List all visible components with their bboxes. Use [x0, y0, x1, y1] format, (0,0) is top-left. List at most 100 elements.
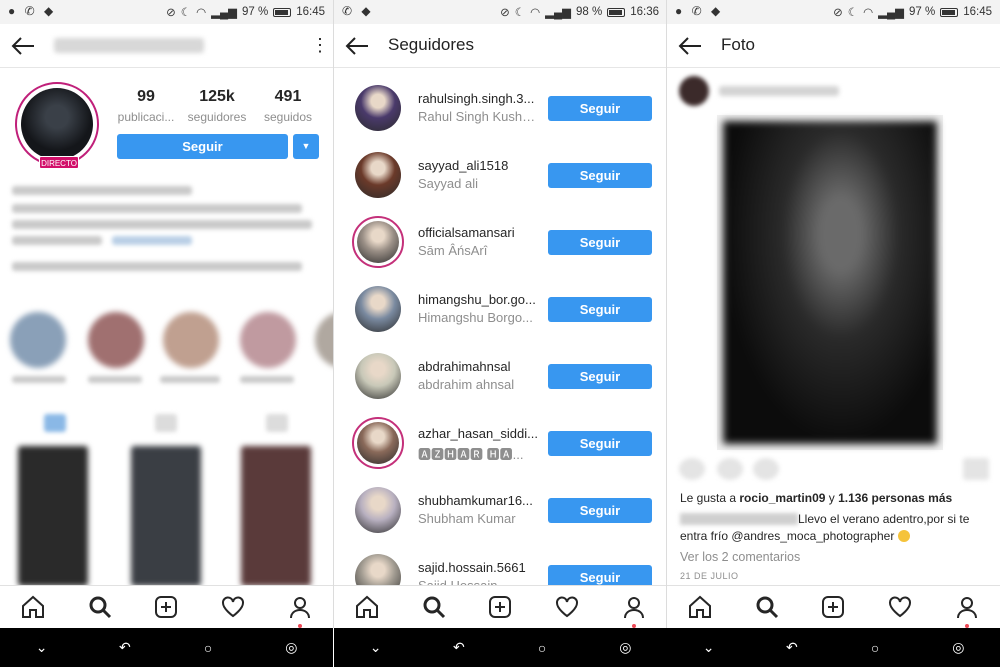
story-highlight[interactable] — [10, 312, 66, 368]
follower-username[interactable]: shubhamkumar16... — [418, 493, 538, 508]
view-comments-link[interactable]: Ver los 2 comentarios — [680, 550, 800, 564]
story-highlight[interactable] — [163, 312, 219, 368]
wink-emoji-icon — [897, 530, 910, 542]
follower-row[interactable]: abdrahimahnsal abdrahim ahnsal Seguir — [334, 340, 667, 407]
signal-icon: ▂▄▆ — [878, 7, 904, 19]
follower-row[interactable]: shubhamkumar16... Shubham Kumar Seguir — [334, 474, 667, 541]
follower-username[interactable]: officialsamansari — [418, 225, 538, 240]
add-post-icon[interactable] — [487, 594, 513, 620]
post-photo[interactable] — [717, 115, 943, 450]
comment-icon[interactable] — [717, 458, 743, 480]
add-post-icon[interactable] — [820, 594, 846, 620]
likes-count[interactable]: 1.136 personas más — [838, 491, 952, 505]
home-icon[interactable] — [20, 594, 46, 620]
more-options-icon[interactable]: ⋮ — [311, 36, 329, 54]
add-post-icon[interactable] — [153, 594, 179, 620]
follower-avatar[interactable] — [352, 216, 404, 268]
follower-avatar[interactable] — [352, 283, 404, 335]
follower-avatar[interactable] — [352, 484, 404, 536]
profile-avatar[interactable]: DIRECTO — [15, 82, 99, 169]
recent-apps-icon[interactable]: ◎ — [943, 639, 973, 656]
post-thumbnail[interactable] — [241, 446, 311, 586]
tagged-tab-icon[interactable] — [266, 414, 288, 432]
home-icon[interactable] — [354, 594, 380, 620]
back-arrow-icon[interactable] — [677, 34, 703, 58]
follower-username[interactable]: abdrahimahnsal — [418, 359, 538, 374]
follower-row[interactable]: sayyad_ali1518 Sayyad ali Seguir — [334, 139, 667, 206]
recent-apps-icon[interactable]: ◎ — [276, 639, 306, 656]
system-home-icon[interactable]: ○ — [193, 640, 223, 656]
home-icon[interactable] — [687, 594, 713, 620]
post-author-username-blurred[interactable] — [719, 86, 839, 96]
follower-username[interactable]: himangshu_bor.go... — [418, 292, 538, 307]
story-highlight[interactable] — [88, 312, 144, 368]
story-highlight[interactable] — [315, 312, 333, 368]
system-back-icon[interactable]: ↶ — [444, 639, 474, 656]
follow-button[interactable]: Seguir — [548, 230, 652, 255]
posts-count[interactable]: 99 publicaci... — [112, 88, 180, 124]
save-icon[interactable] — [963, 458, 989, 480]
follower-avatar[interactable] — [352, 149, 404, 201]
follower-avatar[interactable] — [352, 350, 404, 402]
battery-percent: 97 % — [242, 6, 269, 18]
hide-nav-icon[interactable]: ⌄ — [694, 639, 724, 656]
hide-nav-icon[interactable]: ⌄ — [361, 639, 391, 656]
wifi-icon: ◠ — [530, 7, 541, 19]
heart-icon[interactable] — [554, 594, 580, 620]
follow-button[interactable]: Seguir — [548, 96, 652, 121]
follower-row[interactable]: officialsamansari Sām ÂńsArî Seguir — [334, 206, 667, 273]
likes-line: Le gusta a rocio_martin09 y 1.136 person… — [680, 491, 953, 505]
follower-avatar[interactable] — [352, 82, 404, 134]
like-icon[interactable] — [679, 458, 705, 480]
share-icon[interactable] — [753, 458, 779, 480]
follow-button[interactable]: Seguir — [548, 163, 652, 188]
system-back-icon[interactable]: ↶ — [777, 639, 807, 656]
profile-icon[interactable] — [954, 594, 980, 628]
follow-button[interactable]: Seguir — [548, 297, 652, 322]
recent-apps-icon[interactable]: ◎ — [610, 639, 640, 656]
follow-button[interactable]: Seguir — [548, 431, 652, 456]
follower-row[interactable]: rahulsingh.singh.3... Rahul Singh Kushw..… — [334, 72, 667, 139]
follower-fullname: Himangshu Borgo... — [418, 310, 533, 325]
follow-button[interactable]: Seguir — [548, 498, 652, 523]
follower-username[interactable]: sajid.hossain.5661 — [418, 560, 538, 575]
mute-icon: ⊘ — [500, 7, 510, 19]
system-back-icon[interactable]: ↶ — [110, 639, 140, 656]
search-icon[interactable] — [87, 594, 113, 620]
follower-avatar[interactable] — [352, 417, 404, 469]
follower-username[interactable]: sayyad_ali1518 — [418, 158, 538, 173]
profile-icon[interactable] — [287, 594, 313, 628]
liker-username[interactable]: rocio_martin09 — [739, 491, 825, 505]
post-thumbnail[interactable] — [18, 446, 88, 586]
follow-button[interactable]: Seguir — [117, 134, 288, 159]
follower-username[interactable]: rahulsingh.singh.3... — [418, 91, 538, 106]
igtv-tab-icon[interactable] — [155, 414, 177, 432]
follower-row[interactable]: azhar_hasan_siddi... 🅰🆉🅷🅰🆁 🅷🅰... Seguir — [334, 407, 667, 474]
system-home-icon[interactable]: ○ — [527, 640, 557, 656]
bottom-navigation — [334, 585, 667, 628]
search-icon[interactable] — [421, 594, 447, 620]
battery-icon — [940, 7, 959, 17]
follower-username[interactable]: azhar_hasan_siddi... — [418, 426, 538, 441]
moon-icon: ☾ — [847, 7, 859, 19]
story-highlight[interactable] — [240, 312, 296, 368]
profile-icon[interactable] — [621, 594, 647, 628]
back-arrow-icon[interactable] — [344, 34, 370, 58]
back-arrow-icon[interactable] — [10, 34, 36, 58]
suggestions-dropdown-button[interactable]: ▼ — [293, 134, 319, 159]
follow-button[interactable]: Seguir — [548, 364, 652, 389]
hide-nav-icon[interactable]: ⌄ — [27, 639, 57, 656]
clock: 16:45 — [296, 6, 325, 18]
post-thumbnail[interactable] — [131, 446, 201, 586]
system-home-icon[interactable]: ○ — [860, 640, 890, 656]
profile-username-blurred — [54, 38, 204, 53]
moon-icon: ☾ — [180, 7, 192, 19]
search-icon[interactable] — [754, 594, 780, 620]
followers-count[interactable]: 125k seguidores — [183, 88, 251, 124]
post-author-avatar[interactable] — [679, 76, 709, 106]
follower-row[interactable]: himangshu_bor.go... Himangshu Borgo... Seg… — [334, 273, 667, 340]
heart-icon[interactable] — [220, 594, 246, 620]
grid-tab-icon[interactable] — [44, 414, 66, 432]
following-count[interactable]: 491 seguidos — [254, 88, 322, 124]
heart-icon[interactable] — [887, 594, 913, 620]
